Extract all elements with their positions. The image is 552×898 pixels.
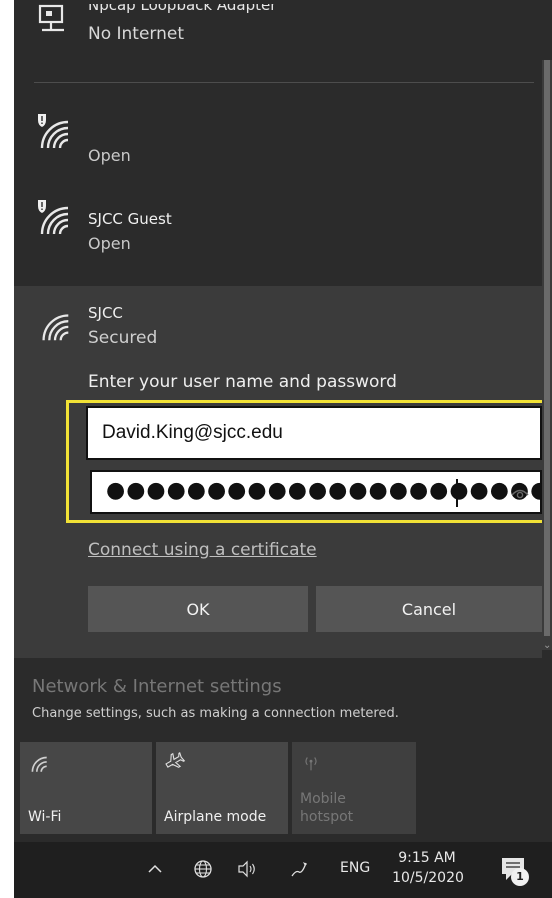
ok-button[interactable]: OK xyxy=(88,586,308,632)
reveal-password-eye-icon[interactable] xyxy=(510,484,530,502)
network-item-sjcc-guest[interactable]: SJCC Guest Open xyxy=(14,196,534,276)
text-caret xyxy=(456,479,458,507)
username-field[interactable]: David.King@sjcc.edu xyxy=(86,406,542,460)
network-status: Open xyxy=(88,146,131,165)
network-status: Open xyxy=(88,234,131,253)
quick-action-mobile-hotspot[interactable]: Mobile hotspot xyxy=(292,742,416,834)
notification-badge: 1 xyxy=(511,868,529,886)
quick-action-label: Wi-Fi xyxy=(28,809,62,825)
network-name: Npcap Loopback Adapter xyxy=(88,0,277,14)
ethernet-monitor-icon xyxy=(38,4,64,32)
network-settings-link[interactable]: Network & Internet settings xyxy=(32,676,282,697)
speaker-icon[interactable] xyxy=(236,858,258,880)
username-value: David.King@sjcc.edu xyxy=(102,422,283,443)
clock-date[interactable]: 10/5/2020 xyxy=(386,870,470,886)
scroll-down-arrow-icon[interactable]: ⌄ xyxy=(543,640,551,651)
password-value: ●●●●●●●●●●●●●●●●●●●●●●●●●●●● xyxy=(106,478,552,503)
password-field[interactable]: ●●●●●●●●●●●●●●●●●●●●●●●●●●●● xyxy=(90,470,552,514)
quick-action-label-line2: hotspot xyxy=(300,809,354,825)
scrollbar[interactable]: ⌄ xyxy=(542,60,552,651)
quick-action-wifi[interactable]: Wi-Fi xyxy=(20,742,152,834)
network-item-loopback[interactable]: Npcap Loopback Adapter No Internet xyxy=(14,0,534,80)
wifi-icon xyxy=(31,756,47,772)
scrollbar-thumb[interactable] xyxy=(544,60,550,636)
pen-icon[interactable] xyxy=(288,858,310,880)
clock-time[interactable]: 9:15 AM xyxy=(392,848,462,868)
globe-icon[interactable] xyxy=(192,858,214,880)
network-status: Secured xyxy=(88,328,158,348)
language-indicator[interactable]: ENG xyxy=(340,860,370,876)
quick-action-label: Airplane mode xyxy=(164,809,267,825)
network-name: SJCC Guest xyxy=(88,210,172,228)
taskbar: ENG 9:15 AM 10/5/2020 1 xyxy=(14,842,552,898)
network-settings-subtitle: Change settings, such as making a connec… xyxy=(32,706,399,721)
quick-action-airplane-mode[interactable]: Airplane mode xyxy=(156,742,288,834)
quick-action-label: Mobile xyxy=(300,791,346,807)
connect-certificate-link[interactable]: Connect using a certificate xyxy=(88,540,317,560)
wifi-secure-shield-icon xyxy=(38,200,69,235)
wifi-icon xyxy=(42,314,69,341)
wifi-secure-shield-icon xyxy=(38,114,69,149)
divider xyxy=(34,82,534,83)
network-item-open[interactable]: Open xyxy=(14,110,534,180)
network-name: SJCC xyxy=(88,304,123,322)
credentials-prompt: Enter your user name and password xyxy=(88,372,397,392)
screenshot-frame: Npcap Loopback Adapter No Internet Open xyxy=(0,0,552,898)
chevron-up-icon[interactable] xyxy=(144,858,166,880)
network-flyout: Npcap Loopback Adapter No Internet Open xyxy=(14,0,552,898)
airplane-icon xyxy=(165,752,186,768)
hotspot-icon xyxy=(305,757,317,771)
network-status: No Internet xyxy=(88,24,185,44)
cancel-button[interactable]: Cancel xyxy=(316,586,542,632)
